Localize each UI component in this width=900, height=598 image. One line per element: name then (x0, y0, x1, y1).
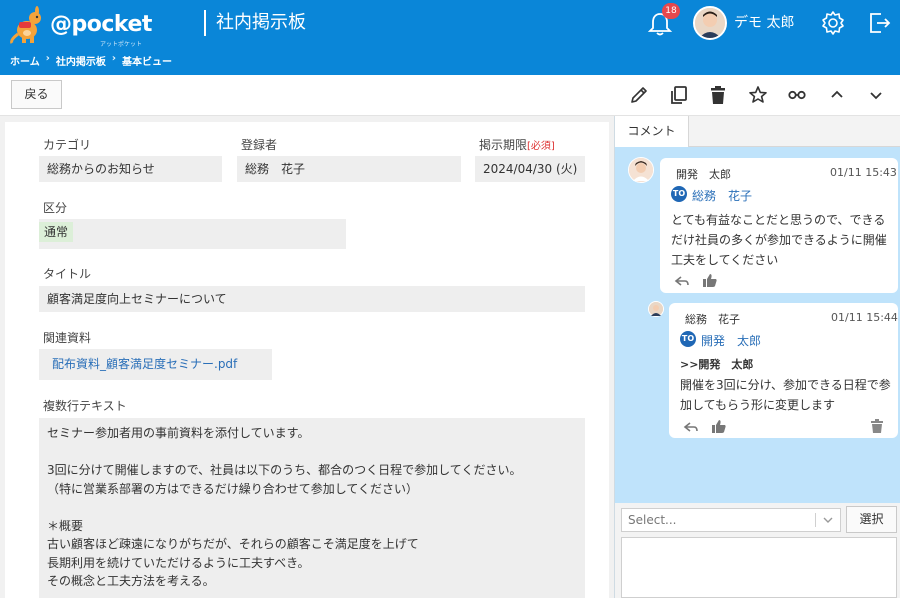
notification-badge: 18 (662, 3, 680, 19)
gear-icon[interactable] (820, 10, 846, 36)
deadline-label: 掲示期限[必須] (479, 136, 555, 153)
breadcrumb-board[interactable]: 社内掲示板 (56, 53, 106, 68)
comment-text: 開催を3回に分け、参加できる日程で参 加してもらう形に変更します (680, 378, 891, 412)
registrant-value: 総務 花子 (237, 156, 461, 182)
to-recipient[interactable]: 開発 太郎 (701, 332, 761, 349)
multiline-label: 複数行テキスト (43, 399, 127, 413)
multiline-value: セミナー参加者用の事前資料を添付しています。 3回に分けて開催しますので、社員は… (39, 418, 585, 598)
user-avatar[interactable] (693, 6, 727, 40)
link-icon[interactable] (786, 84, 808, 106)
attachment-link[interactable]: 配布資料_顧客満足度セミナー.pdf (52, 357, 237, 371)
division-field: 通常 (39, 219, 346, 249)
category-label: カテゴリ (43, 138, 92, 152)
comment-feed: 開発 太郎 01/11 15:43 TO 総務 花子 とても有益なことだと思うの… (615, 147, 900, 503)
division-chip: 通常 (39, 222, 74, 242)
to-badge: TO (671, 186, 687, 202)
brand-name: @pocket (50, 12, 152, 37)
person-photo-icon (629, 158, 653, 182)
edit-icon[interactable] (628, 84, 650, 106)
registrant-label: 登録者 (241, 138, 278, 152)
select-placeholder: Select... (628, 513, 677, 527)
delete-comment-icon[interactable] (869, 418, 885, 434)
comment-avatar (628, 157, 654, 183)
app-header: @pocket アットポケット 社内掲示板 18 デモ 太郎 ホーム › 社内掲… (0, 0, 900, 75)
category-value: 総務からのお知らせ (39, 156, 222, 182)
brand-subtitle: アットポケット (100, 41, 143, 48)
back-button[interactable]: 戻る (11, 80, 62, 109)
comment-quote: >>開発 太郎 (680, 358, 754, 371)
breadcrumb: ホーム › 社内掲示板 › 基本ビュー (10, 53, 172, 68)
comment-item: 総務 花子 01/11 15:44 TO 開発 太郎 >>開発 太郎 開催を3回… (669, 303, 898, 438)
to-recipient[interactable]: 総務 花子 (692, 187, 752, 204)
breadcrumb-view: 基本ビュー (121, 57, 172, 68)
deadline-value: 2024/04/30 (火) (475, 156, 585, 182)
comment-author: 総務 花子 (685, 313, 740, 326)
user-photo-icon (695, 8, 725, 38)
required-mark: [必須] (527, 141, 555, 152)
reply-icon[interactable] (674, 273, 690, 289)
attachment-label: 関連資料 (43, 331, 92, 345)
select-divider (815, 513, 816, 527)
comment-author: 開発 太郎 (676, 168, 731, 181)
comments-tabs: コメント (615, 116, 900, 148)
comment-time: 01/11 15:43 (830, 166, 897, 179)
breadcrumb-home[interactable]: ホーム (10, 53, 40, 68)
breadcrumb-separator: › (111, 53, 116, 64)
page-title: 社内掲示板 (204, 10, 306, 36)
kangaroo-logo-icon (10, 6, 41, 44)
record-panel: カテゴリ 総務からのお知らせ 登録者 総務 花子 掲示期限[必須] 2024/0… (0, 116, 614, 598)
comment-time: 01/11 15:44 (831, 311, 898, 324)
comment-item: 開発 太郎 01/11 15:43 TO 総務 花子 とても有益なことだと思うの… (660, 158, 898, 293)
comment-avatar (648, 301, 664, 317)
chevron-down-icon[interactable] (822, 514, 834, 526)
comment-input[interactable] (621, 537, 897, 598)
title-value: 顧客満足度向上セミナーについて (39, 286, 585, 312)
division-label: 区分 (43, 201, 68, 215)
reply-icon[interactable] (683, 419, 699, 435)
trash-icon[interactable] (707, 84, 729, 106)
comments-panel: コメント 開発 太郎 01/11 15:43 TO 総務 花子 とても有益なこと… (614, 116, 900, 598)
comment-compose: Select... 選択 (615, 503, 900, 598)
chevron-down-icon[interactable] (865, 84, 887, 106)
to-badge: TO (680, 331, 696, 347)
recipient-select[interactable]: Select... (621, 508, 841, 532)
title-label: タイトル (43, 267, 92, 281)
chevron-up-icon[interactable] (826, 84, 848, 106)
app-logo[interactable]: @pocket アットポケット (10, 6, 152, 48)
tab-comments[interactable]: コメント (615, 116, 689, 148)
like-icon[interactable] (711, 418, 727, 434)
attachment-field: 配布資料_顧客満足度セミナー.pdf (39, 349, 272, 380)
person-photo-icon (649, 302, 663, 316)
user-name[interactable]: デモ 太郎 (734, 12, 794, 32)
choose-button[interactable]: 選択 (846, 506, 897, 533)
copy-icon[interactable] (668, 84, 690, 106)
comment-text: とても有益なことだと思うので、できる だけ社員の多くが参加できるように開催 工夫… (671, 213, 887, 267)
deadline-label-text: 掲示期限 (479, 138, 528, 152)
breadcrumb-separator: › (45, 53, 50, 64)
logout-icon[interactable] (866, 10, 892, 36)
star-icon[interactable] (747, 84, 769, 106)
record-card: カテゴリ 総務からのお知らせ 登録者 総務 花子 掲示期限[必須] 2024/0… (5, 122, 609, 598)
toolbar: 戻る (0, 75, 900, 116)
like-icon[interactable] (702, 272, 718, 288)
